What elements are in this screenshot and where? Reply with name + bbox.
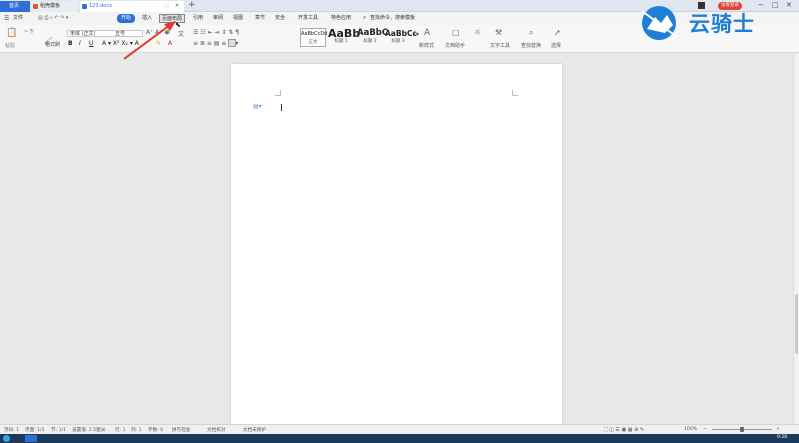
text-tools-icon[interactable]: ⚒ xyxy=(495,28,502,37)
style-heading-1-sample: AaBb xyxy=(328,27,361,40)
docer-icon xyxy=(33,4,38,9)
margin-corner-top-left xyxy=(275,90,281,96)
status-page: 页面: 1/1 xyxy=(25,428,45,433)
zoom-level[interactable]: 100% xyxy=(684,427,697,432)
search-icon: ⌕ xyxy=(363,14,367,21)
status-page-num: 页码: 1 xyxy=(4,428,20,433)
tab-document-label: 123.docx xyxy=(89,3,113,9)
status-section: 节: 1/1 xyxy=(51,428,66,433)
zoom-slider-thumb[interactable] xyxy=(740,427,744,432)
yunqishi-logo: 云骑士 xyxy=(637,3,797,43)
tab-template-label: 稻壳模板 xyxy=(40,3,61,9)
find-replace-icon[interactable]: ⌕ xyxy=(529,28,533,38)
cut-copy-icons[interactable]: ✂ ⎘ xyxy=(24,29,34,35)
menu-features[interactable]: 特色应用 xyxy=(331,14,351,23)
annotation-arrow-icon xyxy=(123,21,176,60)
format-painter-label[interactable]: 格式刷 xyxy=(45,41,60,48)
style-normal-sample: AaBbCcDd xyxy=(301,31,328,37)
writer-doc-icon xyxy=(82,4,87,9)
taskbar-wps-icon[interactable] xyxy=(25,435,37,442)
menu-developer[interactable]: 开发工具 xyxy=(298,14,318,23)
tab-home[interactable]: 首页 xyxy=(0,1,30,12)
style-heading-2-sample: AaBbC xyxy=(357,28,389,38)
menu-view[interactable]: 视图 xyxy=(233,14,243,23)
status-bar: 页码: 1 页面: 1/1 节: 1/1 设置值: 2.5厘米 行: 1 列: … xyxy=(0,424,799,434)
style-heading-1[interactable]: AaBb 标题 1 xyxy=(328,27,361,47)
logo-text: 云骑士 xyxy=(689,12,755,36)
paragraph-handle-icon[interactable]: ▤▾ xyxy=(253,103,262,110)
style-normal-label: 正文 xyxy=(308,40,318,45)
font-name-value: 宋体 (正文) xyxy=(70,31,96,37)
os-taskbar: 9:28 xyxy=(0,434,799,443)
doc-protect-status[interactable]: 文档未保护 xyxy=(243,427,266,433)
zoom-out-icon[interactable]: − xyxy=(703,427,707,432)
tab-home-label: 首页 xyxy=(9,3,20,9)
tab-document[interactable]: 123.docx ◌ ✕ xyxy=(80,1,184,12)
margin-corner-top-right xyxy=(512,90,518,96)
zoom-in-icon[interactable]: + xyxy=(776,427,780,432)
new-style-icon[interactable]: A xyxy=(424,28,430,38)
menu-sections[interactable]: 章节 xyxy=(255,14,265,23)
vertical-scrollbar[interactable] xyxy=(793,54,799,424)
justify-active-indicator xyxy=(228,39,236,47)
paste-label[interactable]: 粘贴 xyxy=(5,42,15,49)
style-heading-3-label: 标题 3 xyxy=(391,39,405,44)
pin-icon[interactable]: ◌ xyxy=(165,1,169,12)
scroll-thumb[interactable] xyxy=(795,294,798,354)
style-gallery-arrows[interactable]: ▴▾ xyxy=(413,31,419,38)
menu-security[interactable]: 安全 xyxy=(275,14,285,23)
status-col: 列: 1 xyxy=(131,428,142,433)
tab-template[interactable]: 稻壳模板 xyxy=(31,1,78,12)
lightbulb-icon[interactable]: ☼ xyxy=(474,28,481,37)
style-heading-2-label: 标题 2 xyxy=(363,39,377,44)
knight-logo-icon xyxy=(641,6,678,40)
status-row: 行: 1 xyxy=(115,428,126,433)
mouse-pointer-icon: ⬉ xyxy=(175,21,181,29)
new-style-label[interactable]: 新样式 xyxy=(419,42,434,49)
status-position: 设置值: 2.5厘米 xyxy=(72,428,106,433)
style-normal[interactable]: AaBbCcDd 正文 xyxy=(300,28,328,47)
underline-button[interactable]: U xyxy=(89,40,93,47)
document-page[interactable]: ▤▾ xyxy=(231,64,562,429)
doc-proof-button[interactable]: 文档校对 xyxy=(207,427,225,433)
status-words: 字数: 0 xyxy=(148,428,164,433)
quick-access-icons[interactable]: ▤ ⎙ ⌕ ↶ ↷ ▾ xyxy=(38,15,68,21)
style-heading-3-sample: AaBbCc xyxy=(385,29,417,38)
select-label[interactable]: 选择 xyxy=(551,42,561,49)
style-heading-2[interactable]: AaBbC 标题 2 xyxy=(357,28,389,47)
menu-references[interactable]: 引用 xyxy=(193,14,203,23)
find-replace-label[interactable]: 查找替换 xyxy=(521,42,541,49)
italic-button[interactable]: I xyxy=(79,40,81,47)
taskbar-clock: 9:28 xyxy=(777,435,788,440)
select-cursor-icon[interactable]: ➚ xyxy=(554,28,561,37)
text-tools-label[interactable]: 文字工具 xyxy=(490,42,510,49)
menu-file[interactable]: 文件 xyxy=(13,14,23,23)
doc-assistant-label[interactable]: 文档助手 xyxy=(445,42,465,49)
style-heading-3[interactable]: AaBbCc 标题 3 xyxy=(385,28,417,47)
close-tab-icon[interactable]: ✕ xyxy=(175,1,179,12)
view-mode-icons[interactable]: ⛶ ◫ ☰ ▣ ▦ ⊕ ✎ xyxy=(604,427,644,433)
command-search[interactable]: 查找命令、搜索模板 xyxy=(370,14,415,23)
menu-review[interactable]: 审阅 xyxy=(213,14,223,23)
start-button-icon[interactable] xyxy=(3,435,10,442)
doc-assistant-icon[interactable]: ▢ xyxy=(452,28,460,37)
list-icons[interactable]: ☰ ☷ ⇤ ⇥ ↕ ⇅ ¶ xyxy=(193,29,239,36)
hamburger-icon[interactable]: ☰ xyxy=(4,15,9,22)
text-cursor xyxy=(281,104,282,111)
paste-icon[interactable]: 📋 xyxy=(6,28,17,38)
spell-check-button[interactable]: 拼写检查 xyxy=(172,427,190,433)
bold-button[interactable]: B xyxy=(68,40,73,47)
new-tab-button[interactable]: + xyxy=(188,0,196,11)
